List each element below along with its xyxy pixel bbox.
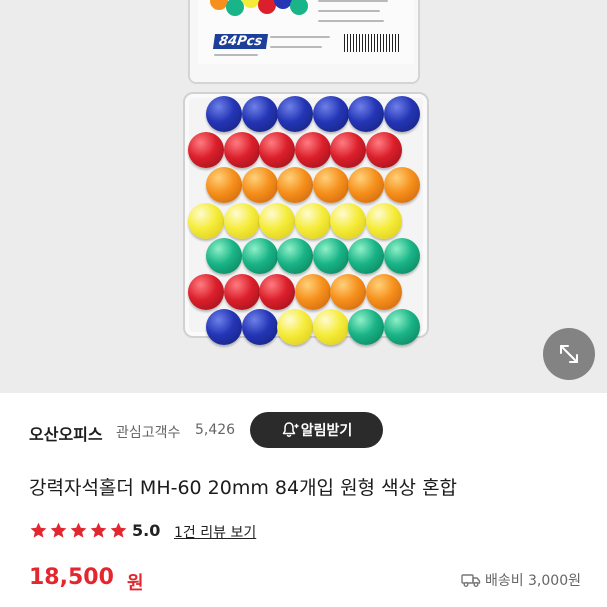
shipping-info: 배송비 3,000원 [461, 570, 581, 590]
star-icon [30, 522, 47, 538]
magnet-orange [241, 167, 278, 203]
magnet-orange [277, 167, 313, 203]
magnet-green [348, 238, 384, 274]
magnet-green [277, 238, 313, 274]
magnet-green [383, 238, 420, 274]
magnet-red [223, 131, 260, 168]
zoom-button[interactable] [543, 328, 595, 380]
price-unit: 원 [127, 573, 144, 594]
magnet-red [188, 273, 224, 310]
magnet-yellow [294, 202, 331, 239]
magnet-red [188, 131, 224, 168]
magnet-green [348, 309, 384, 345]
review-link[interactable]: 1건 리뷰 보기 [174, 522, 256, 542]
magnet-blue [277, 96, 313, 132]
shipping-fee: 배송비 3,000원 [484, 573, 581, 589]
magnet-yellow [312, 309, 349, 345]
product-title: 강력자석홀더 MH-60 20mm 84개입 원형 색상 혼합 [29, 477, 458, 499]
magnet-yellow [223, 202, 260, 239]
magnet-yellow [277, 309, 313, 345]
magnet-orange [330, 273, 366, 310]
alert-button-label: 알림받기 [300, 423, 353, 439]
magnet-blue [206, 309, 242, 345]
bell-plus-icon [282, 422, 299, 437]
magnet-red [259, 131, 295, 168]
magnet-yellow [330, 202, 366, 239]
magnet-red [294, 131, 331, 168]
star-icon [70, 522, 87, 538]
magnet-green [241, 238, 278, 274]
magnet-green [383, 309, 420, 345]
star-icon [110, 522, 127, 538]
magnet-blue [241, 96, 278, 132]
product-image[interactable]: 84Pcs [0, 0, 607, 393]
magnet-yellow [259, 202, 295, 239]
magnet-blue [348, 96, 384, 132]
magnet-grid [0, 0, 607, 393]
price-row: 18,500 원 배송비 3,000원 [29, 565, 589, 595]
alert-button[interactable]: 알림받기 [250, 412, 383, 448]
interest-label: 관심고객수 [116, 425, 181, 441]
price: 18,500 [29, 565, 114, 590]
star-icon [50, 522, 67, 538]
magnet-orange [383, 167, 420, 203]
magnet-blue [206, 96, 242, 132]
magnet-red [330, 131, 366, 168]
magnet-orange [365, 273, 402, 310]
magnet-green [312, 238, 349, 274]
magnet-yellow [365, 202, 402, 239]
interest-count: 5,426 [195, 422, 236, 438]
magnet-blue [241, 309, 278, 345]
magnet-orange [312, 167, 349, 203]
seller-row: 오산오피스 관심고객수 5,426 알림받기 [29, 412, 589, 450]
seller-name[interactable]: 오산오피스 [29, 421, 103, 445]
truck-icon [461, 574, 481, 587]
magnet-red [223, 273, 260, 310]
rating-value: 5.0 [132, 521, 161, 540]
magnet-red [259, 273, 295, 310]
magnet-orange [348, 167, 384, 203]
magnet-orange [294, 273, 331, 310]
magnet-green [206, 238, 242, 274]
magnet-blue [312, 96, 349, 132]
magnet-orange [206, 167, 242, 203]
expand-icon [560, 345, 578, 363]
rating-stars [29, 521, 129, 540]
rating-row: 5.0 1건 리뷰 보기 [29, 520, 429, 544]
magnet-yellow [188, 202, 224, 239]
magnet-blue [383, 96, 420, 132]
magnet-red [365, 131, 402, 168]
star-icon [90, 522, 107, 538]
